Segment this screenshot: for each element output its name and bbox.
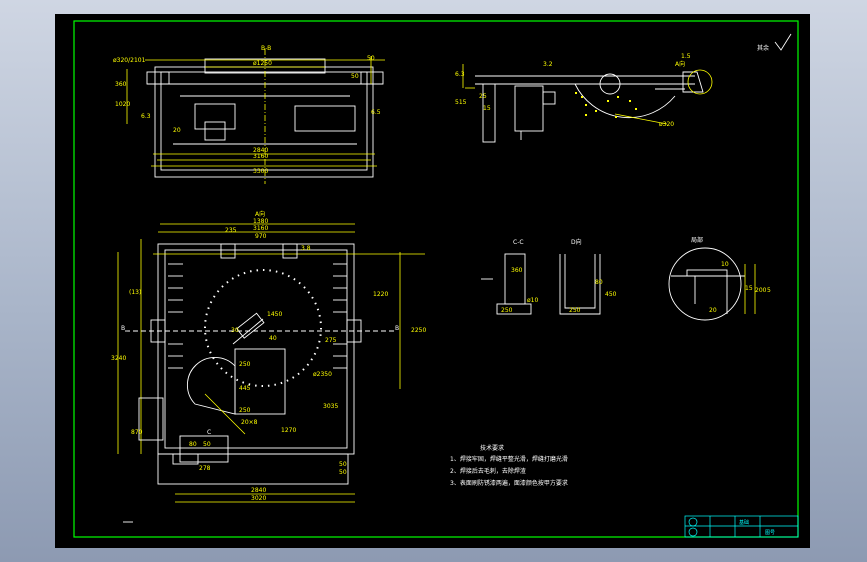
svg-text:基础: 基础 [739, 519, 749, 526]
svg-text:ø10: ø10 [527, 297, 538, 304]
svg-text:1220: 1220 [373, 291, 388, 298]
drawing-viewport[interactable]: B-B ø320/2101 ø1250 2840 3160 3300 1020 … [55, 14, 810, 548]
top-section-view: B-B ø320/2101 ø1250 2840 3160 3300 1020 … [113, 45, 385, 184]
svg-text:1450: 1450 [267, 311, 282, 318]
svg-text:2840: 2840 [251, 487, 266, 494]
svg-text:50: 50 [339, 469, 347, 476]
svg-text:970: 970 [255, 233, 267, 240]
note-line: 2、焊接后去毛刺，去除焊渣 [450, 467, 526, 475]
svg-text:235: 235 [225, 227, 237, 234]
svg-text:30: 30 [231, 327, 239, 334]
technical-notes: 技术要求 1、焊接牢固，焊缝平整光滑，焊缝打磨光滑 2、焊接后去毛刺，去除焊渣 … [450, 444, 568, 487]
svg-text:A向: A向 [675, 60, 685, 68]
svg-text:1020: 1020 [115, 101, 130, 108]
svg-text:图号: 图号 [765, 530, 775, 536]
section-d: D向 80 450 250 [559, 238, 617, 315]
svg-text:3035: 3035 [323, 403, 338, 410]
svg-text:2250: 2250 [411, 327, 426, 334]
svg-text:50: 50 [367, 55, 375, 62]
side-elevation-view: 6.3 3.2 515 15 25 1.5 A向 ø320 其余 [455, 33, 792, 143]
svg-text:20: 20 [173, 127, 181, 134]
svg-text:445: 445 [239, 385, 251, 392]
note-line: 1、焊接牢固，焊缝平整光滑，焊缝打磨光滑 [450, 455, 568, 463]
svg-text:360: 360 [511, 267, 523, 274]
svg-text:6.3: 6.3 [141, 113, 151, 120]
svg-text:3.8: 3.8 [301, 245, 311, 252]
detail-view: 局部 10 15 20 200 5 [668, 236, 771, 321]
svg-text:ø320: ø320 [659, 121, 674, 128]
svg-text:1.5: 1.5 [681, 53, 691, 60]
svg-text:A向: A向 [255, 210, 265, 218]
svg-text:50: 50 [339, 461, 347, 468]
cad-drawing: B-B ø320/2101 ø1250 2840 3160 3300 1020 … [73, 20, 799, 538]
svg-text:515: 515 [455, 99, 467, 106]
svg-text:275: 275 [325, 337, 337, 344]
svg-text:3240: 3240 [111, 355, 126, 362]
svg-text:20: 20 [709, 307, 717, 314]
plan-view: A向 1380 3160 970 235 (13) 3240 1220 2250… [111, 210, 426, 523]
surface-mark-label: 其余 [757, 44, 769, 52]
svg-text:15: 15 [745, 285, 753, 292]
svg-text:(13): (13) [129, 289, 141, 296]
note-line: 3、表面刷防锈漆两遍，面漆颜色按甲方要求 [450, 479, 568, 487]
top-view-title: B-B [261, 45, 271, 52]
svg-text:ø1250: ø1250 [253, 60, 272, 67]
svg-text:3300: 3300 [253, 168, 268, 175]
svg-text:ø320/2101: ø320/2101 [113, 57, 146, 64]
svg-text:80: 80 [189, 441, 197, 448]
svg-text:3160: 3160 [253, 153, 268, 160]
svg-text:200: 200 [755, 287, 767, 294]
svg-text:40: 40 [269, 335, 277, 342]
svg-text:6.3: 6.3 [455, 71, 465, 78]
svg-text:250: 250 [569, 307, 581, 314]
drawing-frame [73, 20, 799, 538]
svg-text:B: B [121, 325, 125, 332]
section-cc: C-C 360 ø10 250 [481, 239, 538, 315]
svg-text:D向: D向 [571, 238, 582, 246]
svg-text:25: 25 [479, 93, 487, 100]
svg-text:870: 870 [131, 429, 143, 436]
svg-text:1270: 1270 [281, 427, 296, 434]
svg-text:250: 250 [501, 307, 513, 314]
svg-text:3020: 3020 [251, 495, 266, 502]
svg-text:20×8: 20×8 [241, 419, 258, 426]
svg-text:C-C: C-C [513, 239, 524, 246]
svg-text:3160: 3160 [253, 225, 268, 232]
svg-text:50: 50 [351, 73, 359, 80]
svg-text:10: 10 [721, 261, 729, 268]
svg-text:3.2: 3.2 [543, 61, 553, 68]
svg-text:15: 15 [483, 105, 491, 112]
svg-text:360: 360 [115, 81, 127, 88]
title-block: 基础 图号 [684, 515, 799, 538]
svg-text:ø2350: ø2350 [313, 371, 332, 378]
svg-text:C: C [207, 429, 211, 436]
svg-text:50: 50 [203, 441, 211, 448]
svg-text:450: 450 [605, 291, 617, 298]
svg-text:250: 250 [239, 407, 251, 414]
svg-text:6.5: 6.5 [371, 109, 381, 116]
svg-text:1380: 1380 [253, 218, 268, 225]
svg-text:5: 5 [767, 287, 771, 294]
svg-text:局部: 局部 [691, 236, 703, 244]
svg-text:80: 80 [595, 279, 603, 286]
svg-text:250: 250 [239, 361, 251, 368]
notes-heading: 技术要求 [480, 444, 504, 452]
svg-text:278: 278 [199, 465, 211, 472]
svg-text:B: B [395, 325, 399, 332]
